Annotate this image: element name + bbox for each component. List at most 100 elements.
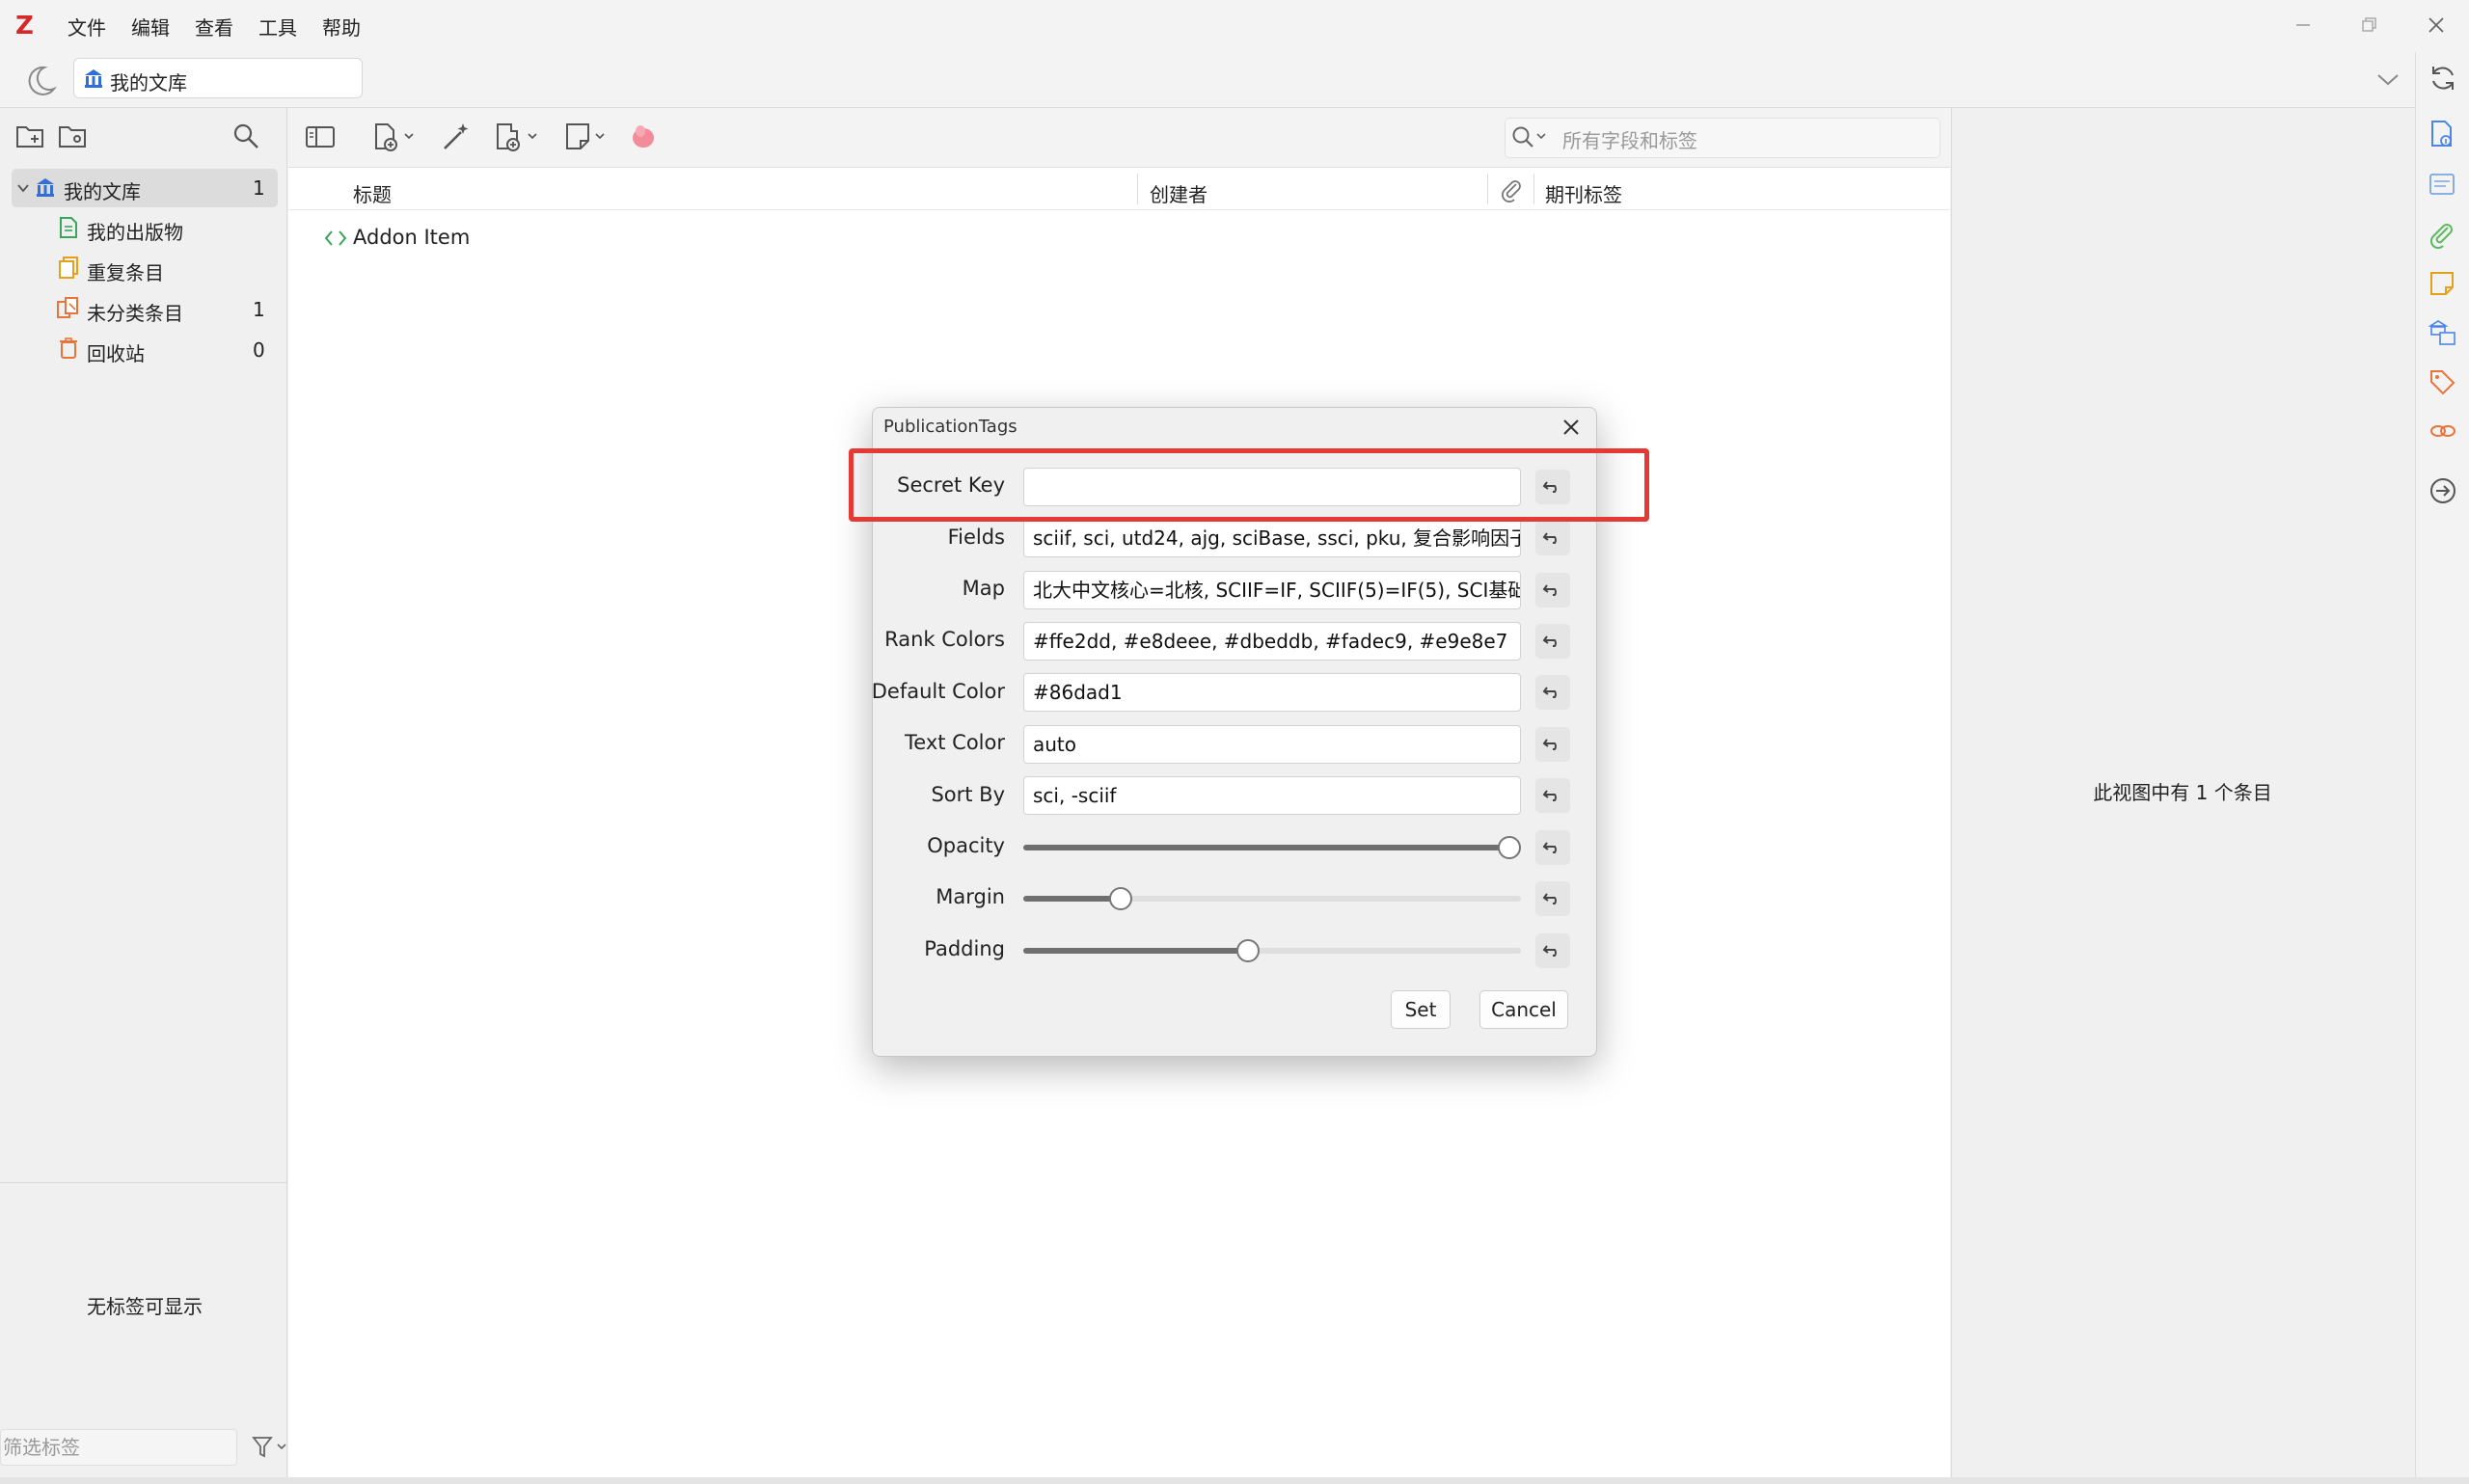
trash-icon bbox=[58, 337, 79, 360]
reset-default-color-button[interactable] bbox=[1535, 675, 1570, 710]
search-icon[interactable] bbox=[1510, 123, 1553, 152]
margin-slider-thumb[interactable] bbox=[1108, 887, 1132, 910]
tree-item-label: 回收站 bbox=[87, 342, 145, 365]
rank-colors-label: Rank Colors bbox=[884, 628, 1005, 651]
padding-label: Padding bbox=[924, 937, 1005, 960]
tags-empty-text: 无标签可显示 bbox=[87, 1295, 203, 1318]
cancel-button[interactable]: Cancel bbox=[1479, 990, 1568, 1029]
rank-colors-input[interactable]: #ffe2dd, #e8deee, #dbeddb, #fadec9, #e9e… bbox=[1023, 622, 1521, 661]
reset-rank-colors-button[interactable] bbox=[1535, 624, 1570, 659]
search-collections-icon[interactable] bbox=[231, 121, 260, 150]
undo-icon bbox=[1542, 739, 1557, 750]
sort-by-label: Sort By bbox=[931, 783, 1005, 806]
undo-icon bbox=[1542, 842, 1557, 853]
libraries-collections-icon[interactable] bbox=[2428, 318, 2457, 347]
menu-help[interactable]: 帮助 bbox=[322, 13, 361, 40]
text-color-label: Text Color bbox=[905, 731, 1005, 754]
attachments-icon[interactable] bbox=[2428, 222, 2455, 249]
close-icon[interactable] bbox=[1560, 417, 1582, 438]
duplicates-icon bbox=[58, 256, 79, 279]
new-note-icon[interactable] bbox=[563, 121, 613, 152]
library-icon bbox=[35, 176, 56, 198]
reset-sort-by-button[interactable] bbox=[1535, 778, 1570, 813]
chevron-down-icon[interactable] bbox=[2374, 67, 2401, 91]
reset-fields-button[interactable] bbox=[1535, 521, 1570, 555]
tree-item-trash[interactable] bbox=[12, 330, 278, 368]
undo-icon bbox=[1542, 893, 1557, 904]
text-color-input[interactable]: auto bbox=[1023, 725, 1521, 764]
set-button[interactable]: Set bbox=[1391, 990, 1451, 1029]
column-separator[interactable] bbox=[1137, 174, 1138, 204]
item-title: Addon Item bbox=[353, 226, 471, 249]
menu-file[interactable]: 文件 bbox=[68, 13, 106, 40]
items-search-placeholder: 所有字段和标签 bbox=[1562, 129, 1697, 152]
undo-icon bbox=[1542, 687, 1557, 698]
unfiled-icon bbox=[56, 296, 81, 319]
attachment-column-icon[interactable] bbox=[1499, 177, 1524, 202]
addon-icon[interactable] bbox=[629, 121, 660, 152]
info-icon[interactable] bbox=[2428, 120, 2455, 148]
sync-icon[interactable] bbox=[2428, 64, 2457, 93]
toggle-sidebar-icon[interactable] bbox=[305, 123, 336, 150]
map-label: Map bbox=[962, 577, 1005, 600]
reset-map-button[interactable] bbox=[1535, 573, 1570, 607]
zotero-logo: Z bbox=[15, 12, 34, 40]
reset-padding-button[interactable] bbox=[1535, 933, 1570, 968]
filter-icon[interactable] bbox=[251, 1435, 289, 1460]
items-column-header bbox=[288, 168, 1950, 210]
minimize-icon[interactable] bbox=[2292, 13, 2315, 37]
tree-item-label: 我的出版物 bbox=[87, 221, 183, 244]
library-selector-label: 我的文库 bbox=[110, 71, 187, 94]
notes-icon[interactable] bbox=[2428, 270, 2455, 297]
restore-icon[interactable] bbox=[2357, 13, 2380, 37]
new-item-icon[interactable] bbox=[372, 121, 421, 152]
column-separator[interactable] bbox=[1487, 174, 1488, 204]
menu-tools[interactable]: 工具 bbox=[258, 13, 297, 40]
sort-by-input[interactable]: sci, -sciif bbox=[1023, 776, 1521, 815]
menu-view[interactable]: 查看 bbox=[195, 13, 233, 40]
reset-opacity-button[interactable] bbox=[1535, 830, 1570, 865]
undo-icon bbox=[1542, 945, 1557, 957]
side-nav bbox=[2415, 52, 2469, 1479]
related-icon[interactable] bbox=[2428, 418, 2457, 444]
fields-input[interactable]: sciif, sci, utd24, ajg, sciBase, ssci, p… bbox=[1023, 519, 1521, 557]
close-window-icon[interactable] bbox=[2425, 13, 2448, 37]
dark-mode-icon[interactable] bbox=[23, 64, 58, 96]
column-journal-tags[interactable]: 期刊标签 bbox=[1545, 179, 1622, 207]
tree-item-label: 未分类条目 bbox=[87, 302, 183, 325]
secret-key-highlight-box bbox=[849, 448, 1649, 522]
tag-filter-input[interactable]: 筛选标签 bbox=[0, 1429, 237, 1466]
opacity-slider-thumb[interactable] bbox=[1498, 836, 1521, 859]
map-input[interactable]: 北大中文核心=北核, SCIIF=IF, SCIIF(5)=IF(5), SCI… bbox=[1023, 571, 1521, 609]
publications-icon bbox=[58, 216, 79, 239]
reset-margin-button[interactable] bbox=[1535, 881, 1570, 916]
tag-pane-divider bbox=[0, 1182, 287, 1183]
menu-edit[interactable]: 编辑 bbox=[131, 13, 170, 40]
chevron-down-icon[interactable] bbox=[15, 180, 31, 196]
column-creator[interactable]: 创建者 bbox=[1150, 179, 1207, 207]
library-icon bbox=[83, 67, 104, 89]
reset-text-color-button[interactable] bbox=[1535, 727, 1570, 762]
tags-icon[interactable] bbox=[2428, 368, 2455, 395]
table-row[interactable] bbox=[288, 218, 1950, 258]
undo-icon bbox=[1542, 790, 1557, 801]
code-icon bbox=[324, 228, 347, 249]
default-color-input[interactable]: #86dad1 bbox=[1023, 673, 1521, 712]
new-collection-icon[interactable] bbox=[15, 121, 46, 150]
tree-item-label: 我的文库 bbox=[64, 180, 141, 203]
tree-item-label: 重复条目 bbox=[87, 261, 164, 284]
column-separator[interactable] bbox=[1533, 174, 1534, 204]
column-title[interactable]: 标题 bbox=[353, 179, 392, 207]
new-feed-icon[interactable] bbox=[58, 121, 89, 150]
add-attachment-icon[interactable] bbox=[492, 121, 546, 152]
fields-label: Fields bbox=[947, 526, 1005, 549]
item-count-message: 此视图中有 1 个条目 bbox=[2093, 781, 2272, 804]
undo-icon bbox=[1542, 635, 1557, 647]
tree-item-count: 1 bbox=[253, 298, 265, 321]
undo-icon bbox=[1542, 532, 1557, 544]
locate-icon[interactable] bbox=[2428, 476, 2457, 505]
undo-icon bbox=[1542, 584, 1557, 596]
abstract-icon[interactable] bbox=[2428, 172, 2455, 197]
opacity-slider-fill bbox=[1023, 845, 1509, 850]
magic-wand-icon[interactable] bbox=[440, 121, 473, 152]
